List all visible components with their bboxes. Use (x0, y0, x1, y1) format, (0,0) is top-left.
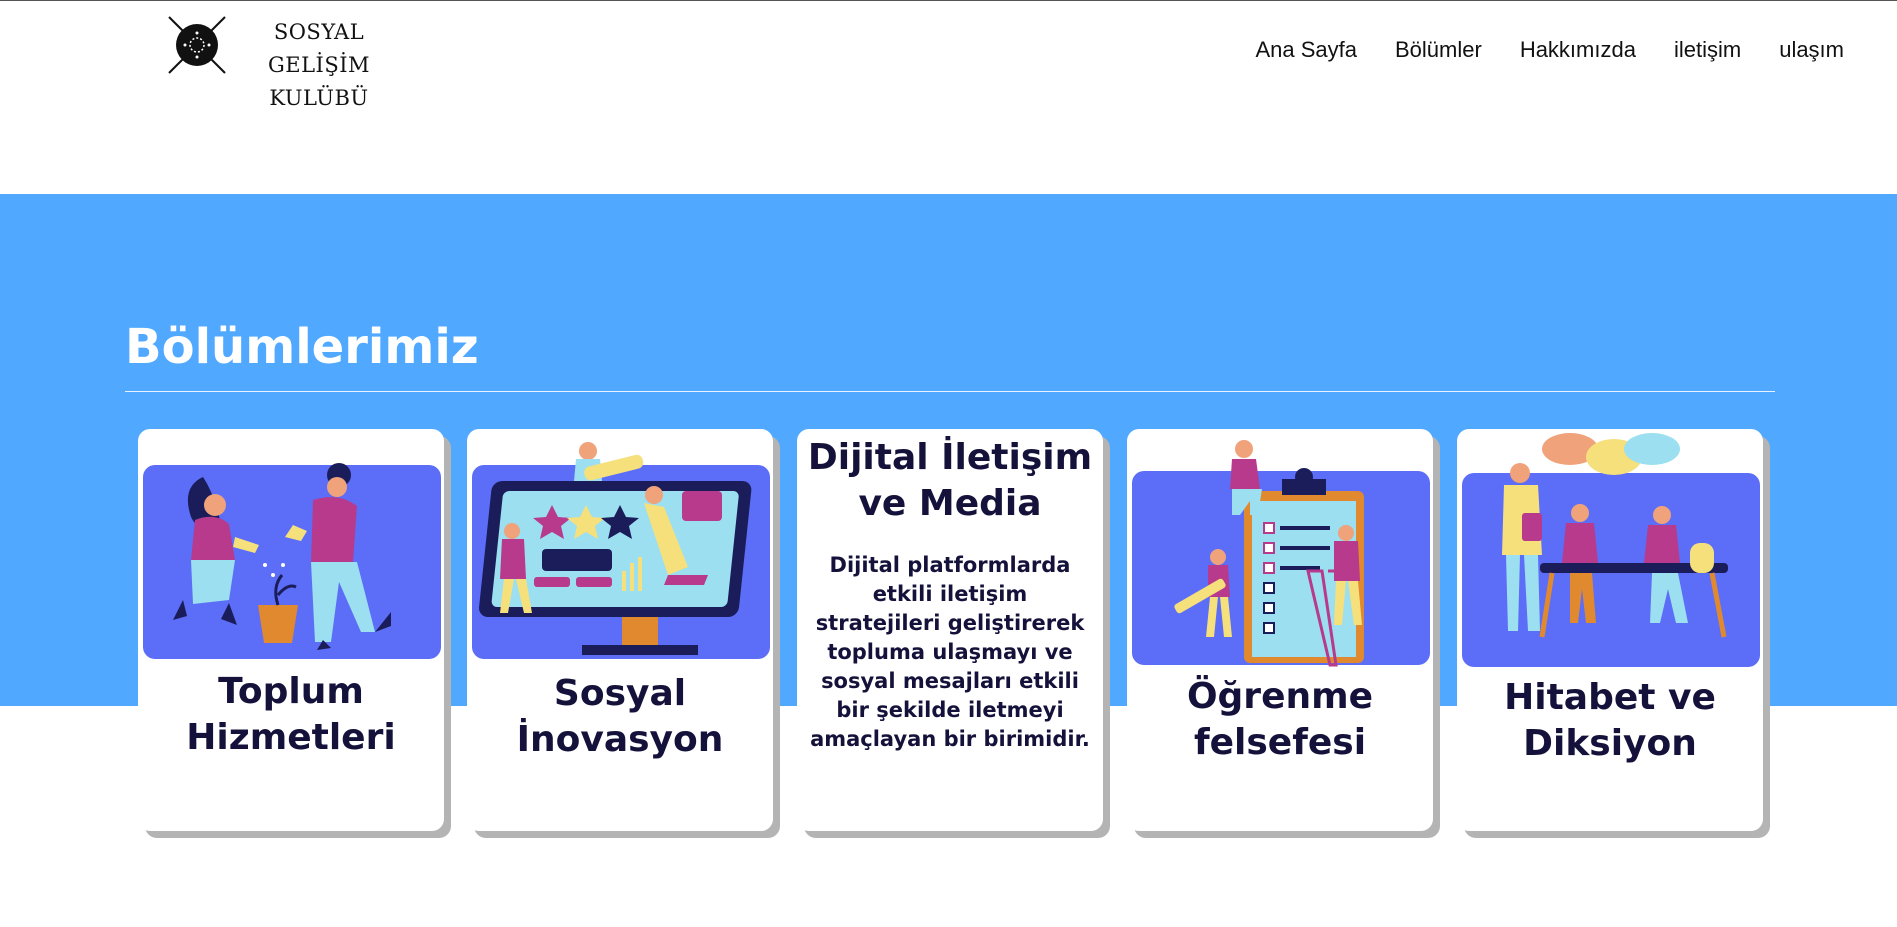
logo-text: SOSYAL GELİŞİM KULÜBÜ (229, 16, 409, 115)
logo-line-2: KULÜBÜ (269, 86, 369, 110)
nav-ana-sayfa[interactable]: Ana Sayfa (1255, 37, 1357, 63)
logo-line-1: SOSYAL GELİŞİM (267, 20, 371, 77)
card-dijital-iletisim[interactable]: Dijital İletişim ve Media Dijital platfor… (797, 429, 1103, 831)
logo-icon (168, 16, 226, 74)
learning-checklist-illustration (1132, 440, 1430, 667)
section-title: Bölümlerimiz (125, 319, 479, 375)
card-description: Dijital platformlarda etkili iletişim st… (810, 553, 1090, 751)
card-sosyal-inovasyon[interactable]: Sosyal İnovasyon (467, 429, 773, 831)
nav-iletisim[interactable]: iletişim (1674, 37, 1741, 63)
card-title: Hitabet ve Diksiyon (1504, 677, 1716, 764)
card-toplum-hizmetleri[interactable]: Toplum Hizmetleri (138, 429, 444, 831)
social-innovation-illustration (472, 442, 770, 659)
speech-discussion-illustration (1462, 433, 1760, 667)
card-ogrenme-felsefesi[interactable]: Öğrenme felsefesi (1127, 429, 1433, 831)
card-title: Dijital İletişim ve Media (807, 437, 1093, 524)
card-title: Toplum Hizmetleri (186, 671, 396, 758)
section-divider (125, 391, 1775, 392)
card-title: Öğrenme felsefesi (1186, 676, 1374, 763)
card-title: Sosyal İnovasyon (516, 673, 724, 760)
card-hitabet-diksiyon[interactable]: Hitabet ve Diksiyon (1457, 429, 1763, 831)
nav-hakkimizda[interactable]: Hakkımızda (1520, 37, 1636, 63)
club-logo[interactable]: SOSYAL GELİŞİM KULÜBÜ (165, 13, 405, 110)
nav-ulasim[interactable]: ulaşım (1779, 37, 1844, 63)
community-service-illustration (143, 463, 441, 659)
main-nav: Ana Sayfa Bölümler Hakkımızda iletişim u… (1255, 37, 1844, 63)
nav-bolumler[interactable]: Bölümler (1395, 37, 1482, 63)
